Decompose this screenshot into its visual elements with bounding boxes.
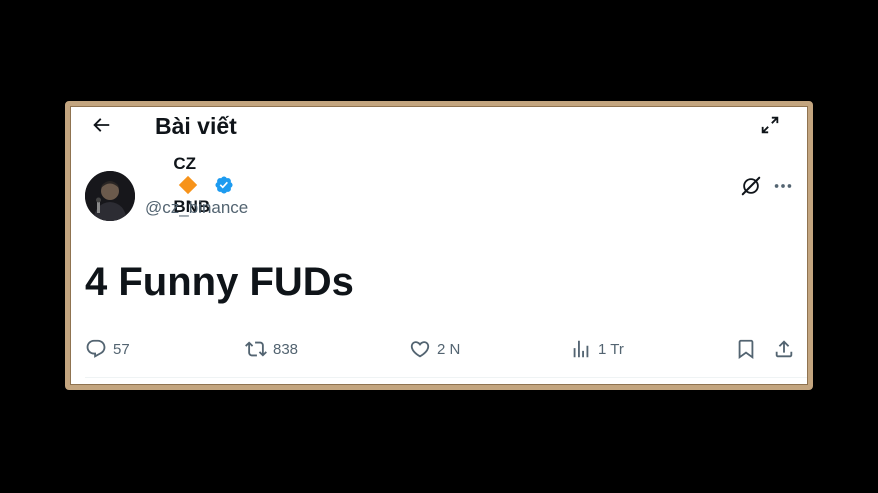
tweet-text: 4 Funny FUDs <box>85 260 354 304</box>
analytics-bar-icon <box>573 340 589 358</box>
bookmark-button[interactable] <box>735 334 757 364</box>
divider <box>85 377 808 378</box>
verified-check-icon <box>215 176 233 194</box>
display-name[interactable]: CZ BNB <box>145 134 210 237</box>
more-dots-icon <box>774 184 792 188</box>
avatar[interactable] <box>85 171 135 221</box>
reply-button[interactable]: 57 <box>85 334 130 364</box>
post-panel: Bài viết CZ BNB @cz_binance 4 Funny FUDs… <box>65 101 813 390</box>
repost-icon <box>245 341 267 357</box>
bookmark-icon <box>738 339 754 360</box>
share-upload-icon <box>775 340 793 358</box>
repost-button[interactable]: 838 <box>245 334 298 364</box>
verified-badge[interactable] <box>214 175 234 195</box>
grok-button[interactable] <box>738 173 764 199</box>
reply-icon <box>86 339 106 358</box>
like-count: 2 N <box>437 340 461 358</box>
arrow-left-icon <box>93 118 110 132</box>
heart-icon <box>410 341 430 358</box>
back-button[interactable] <box>86 110 116 140</box>
avatar-photo <box>85 171 135 221</box>
expand-button[interactable] <box>756 111 784 139</box>
more-options-button[interactable] <box>770 173 796 199</box>
like-button[interactable]: 2 N <box>409 334 460 364</box>
reply-count: 57 <box>113 340 130 358</box>
share-button[interactable] <box>773 334 795 364</box>
author-name-row[interactable]: CZ BNB <box>145 154 234 216</box>
display-name-text: CZ <box>173 153 197 173</box>
grok-icon <box>741 176 761 196</box>
views-count: 1 Tr <box>598 340 624 358</box>
author-handle[interactable]: @cz_binance <box>145 198 248 218</box>
tweet-actions-bar: 57 838 2 N 1 Tr <box>70 334 808 364</box>
views-button[interactable]: 1 Tr <box>570 334 624 364</box>
repost-count: 838 <box>273 340 299 358</box>
expand-icon <box>761 116 779 134</box>
orange-diamond-icon <box>179 175 198 194</box>
